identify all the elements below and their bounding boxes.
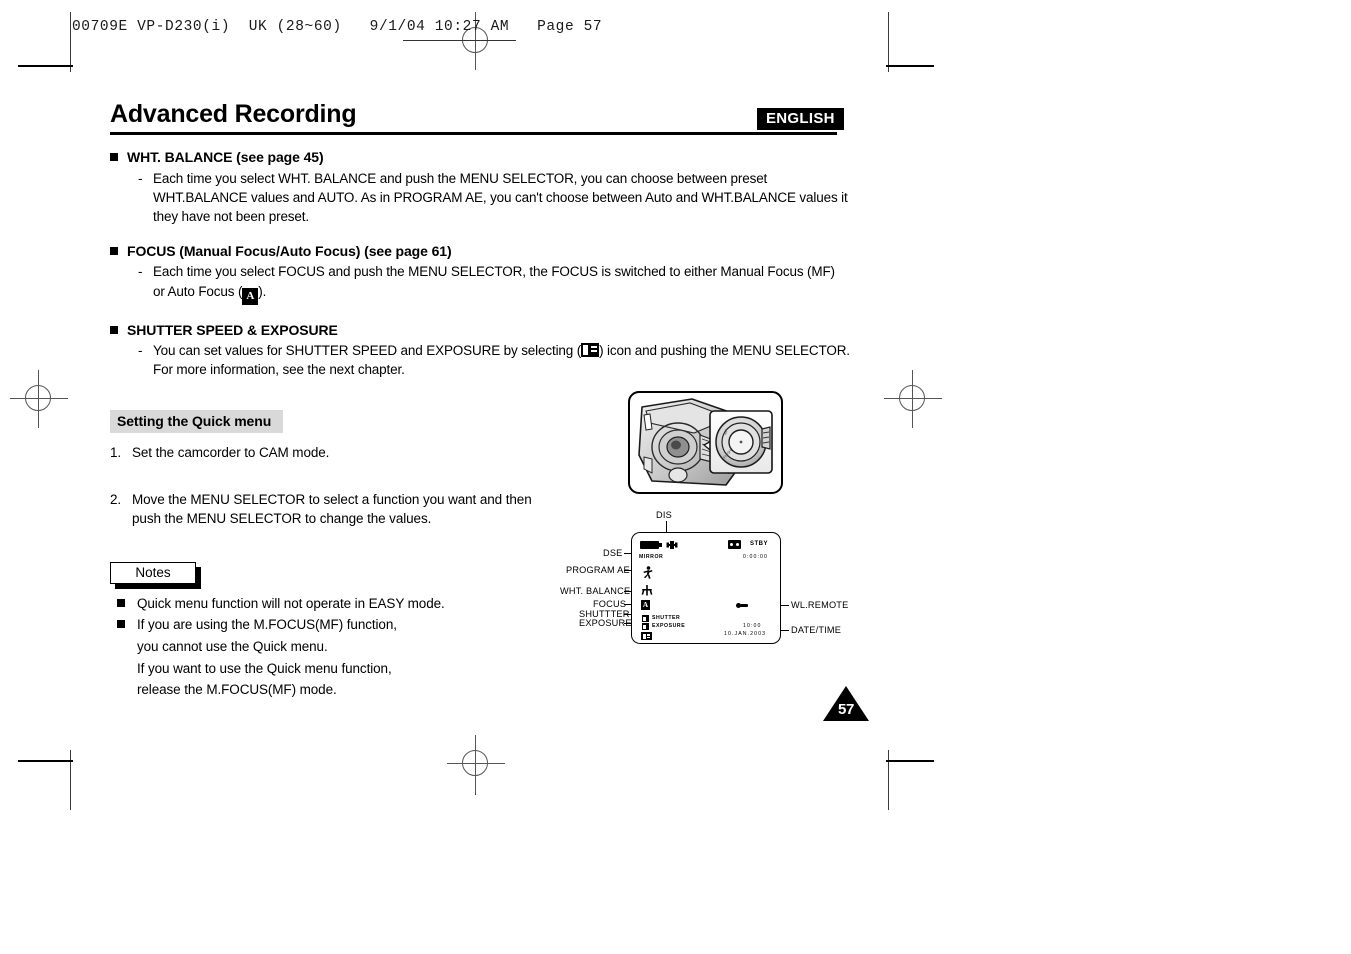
program-ae-sports-icon	[643, 566, 653, 579]
crop-tick-top-right	[886, 65, 934, 67]
quick-menu-step-2: 2. Move the MENU SELECTOR to select a fu…	[110, 490, 560, 528]
crop-tick-top-left	[18, 65, 73, 67]
title-rule	[110, 132, 837, 135]
osd-screen: STBY 0:00:00 MIRROR A SHUTTER EXPOSURE 1…	[631, 532, 781, 644]
registration-mark-left	[10, 370, 68, 428]
osd-timecode: 0:00:00	[743, 554, 769, 560]
note-text: If you want to use the Quick menu functi…	[137, 660, 392, 676]
registration-mark-right	[884, 370, 942, 428]
note-text: you cannot use the Quick menu.	[137, 639, 328, 655]
section-body-text: Each time you select WHT. BALANCE and pu…	[153, 170, 848, 224]
auto-focus-a-icon: A	[641, 600, 650, 610]
crop-line-right-bottom	[888, 750, 889, 810]
osd-label-wl-remote: WL.REMOTE	[791, 600, 849, 610]
camcorder-figure: PUSH MF	[628, 391, 783, 494]
dis-hand-icon	[666, 541, 678, 549]
square-bullet-icon	[117, 620, 125, 629]
osd-diagram: DIS DSE PROGRAM AE WHT. BALANCE FOCUS SH…	[560, 508, 860, 648]
section-body-text: Each time you select FOCUS and push the …	[153, 262, 850, 305]
exposure-value-icon	[641, 632, 652, 640]
page-number-badge: 57	[823, 686, 869, 721]
battery-icon	[640, 541, 662, 549]
note-text: If you are using the M.FOCUS(MF) functio…	[137, 617, 397, 633]
section-body: - Each time you select FOCUS and push th…	[110, 262, 850, 305]
quick-menu-subheading: Setting the Quick menu	[110, 410, 284, 434]
note-text: Quick menu function will not operate in …	[137, 595, 445, 611]
square-bullet-icon	[110, 325, 118, 334]
note-indent	[110, 637, 137, 657]
square-bullet-icon	[110, 246, 118, 255]
section-heading: WHT. BALANCE (see page 45)	[110, 149, 850, 167]
step-text: Move the MENU SELECTOR to select a funct…	[132, 491, 532, 526]
menu-selector-inset: PUSH MF	[709, 410, 773, 474]
osd-label-date-time: DATE/TIME	[791, 625, 842, 635]
osd-label-program-ae: PROGRAM AE	[566, 565, 630, 575]
tape-icon	[728, 540, 741, 549]
section-focus: FOCUS (Manual Focus/Auto Focus) (see pag…	[110, 243, 850, 305]
note-indent	[110, 659, 137, 679]
section-heading: SHUTTER SPEED & EXPOSURE	[110, 322, 850, 340]
print-slug: 00709E VP-D230(i) UK (28~60) 9/1/04 10:2…	[72, 19, 603, 35]
section-wht-balance: WHT. BALANCE (see page 45) - Each time y…	[110, 149, 850, 226]
osd-label-dis: DIS	[656, 510, 672, 520]
dash-marker: -	[138, 343, 143, 359]
square-bullet-icon	[110, 153, 118, 161]
step-text: Set the camcorder to CAM mode.	[132, 445, 330, 461]
page-number-text: 57	[837, 701, 855, 718]
section-heading-text: SHUTTER SPEED & EXPOSURE	[127, 321, 338, 338]
note-indent	[110, 680, 137, 700]
dash-marker: -	[138, 264, 143, 280]
section-body-text: You can set values for SHUTTER SPEED and…	[153, 341, 850, 379]
notes-label: Notes	[110, 561, 196, 584]
dash-marker: -	[138, 170, 143, 186]
note-item-continued: release the M.FOCUS(MF) mode.	[110, 680, 850, 700]
osd-dse-mode: MIRROR	[639, 554, 664, 560]
shutter-exposure-icon	[581, 343, 600, 358]
section-body-part2: ).	[258, 283, 267, 299]
section-body: - Each time you select WHT. BALANCE and …	[110, 169, 850, 226]
square-bullet-icon	[117, 598, 125, 607]
osd-label-wht-balance: WHT. BALANCE	[560, 586, 631, 596]
page-title: Advanced Recording	[110, 100, 357, 128]
step-number: 2.	[110, 491, 122, 507]
osd-exposure-text: EXPOSURE	[652, 623, 686, 629]
crop-line-right-top	[888, 12, 889, 72]
crop-tick-bottom-left	[18, 760, 73, 762]
section-body: - You can set values for SHUTTER SPEED a…	[110, 341, 850, 379]
crop-line-left-top	[70, 12, 71, 72]
osd-shutter-text: SHUTTER	[652, 615, 681, 621]
osd-record-mode: STBY	[750, 541, 769, 547]
shutter-icon	[642, 615, 649, 622]
print-slug-underline	[403, 40, 516, 41]
section-heading-text: FOCUS (Manual Focus/Auto Focus) (see pag…	[127, 242, 452, 259]
section-heading-text: WHT. BALANCE (see page 45)	[127, 149, 324, 165]
white-balance-icon	[641, 585, 653, 596]
osd-label-dse: DSE	[603, 548, 623, 558]
section-body-part1: You can set values for SHUTTER SPEED and…	[153, 343, 582, 359]
osd-date: 10.JAN.2003	[724, 631, 767, 637]
osd-label-focus: FOCUS	[593, 599, 627, 609]
notes-header: Notes	[110, 561, 201, 589]
crop-line-left-bottom	[70, 750, 71, 810]
camcorder-illustration: PUSH MF	[638, 398, 773, 486]
section-shutter-exposure: SHUTTER SPEED & EXPOSURE - You can set v…	[110, 322, 850, 380]
osd-time: 10:00	[743, 623, 762, 629]
note-text: release the M.FOCUS(MF) mode.	[137, 682, 337, 698]
exposure-icon	[642, 623, 649, 630]
step-number: 1.	[110, 445, 122, 461]
auto-focus-a-icon: A	[242, 287, 259, 305]
crop-tick-bottom-right	[886, 760, 934, 762]
wl-remote-icon	[736, 602, 748, 608]
note-item-continued: If you want to use the Quick menu functi…	[110, 659, 850, 679]
registration-mark-bottom-center	[447, 735, 505, 793]
section-heading: FOCUS (Manual Focus/Auto Focus) (see pag…	[110, 243, 850, 261]
